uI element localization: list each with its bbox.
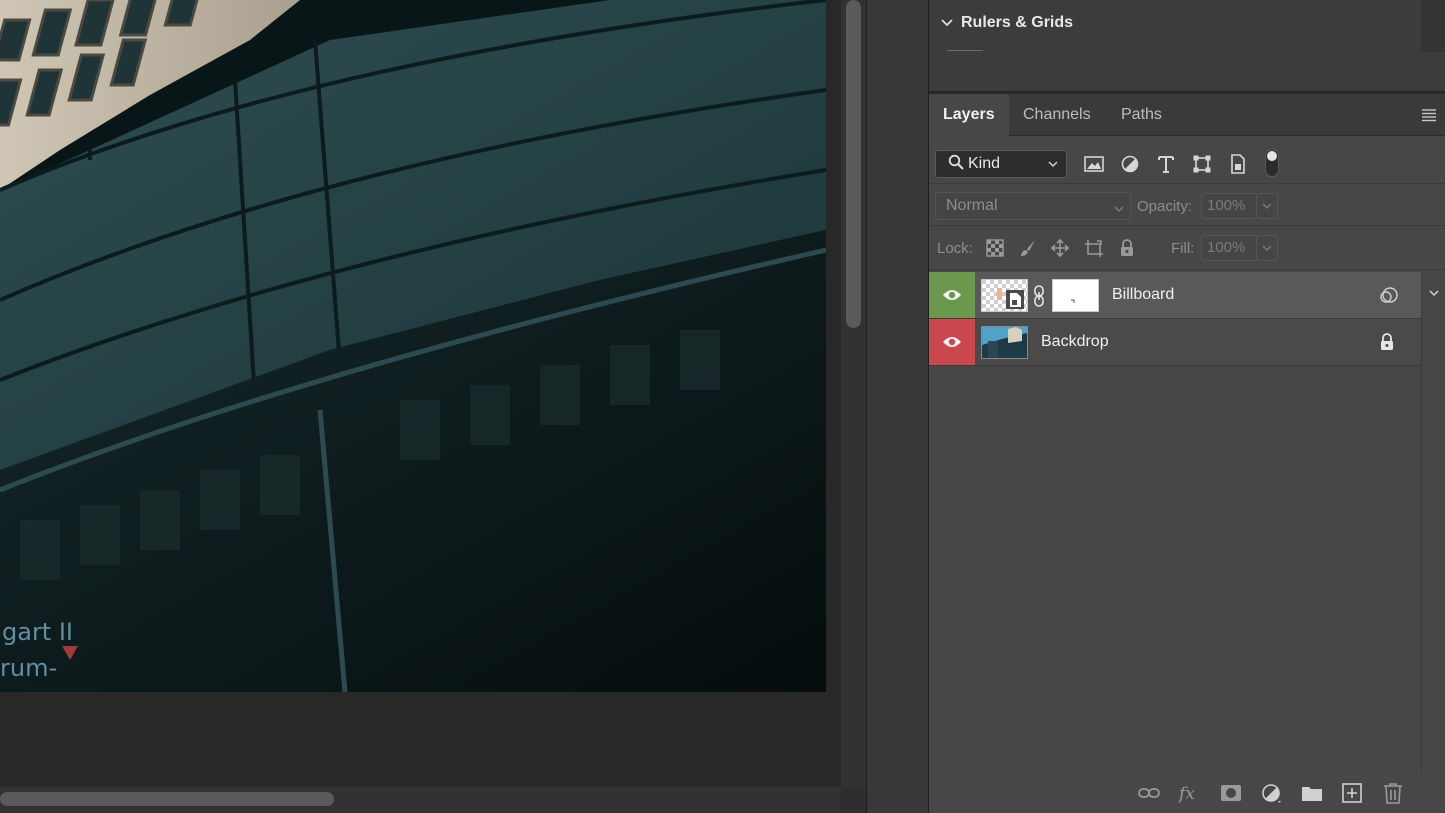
eye-icon (943, 290, 961, 300)
building-photo: gart II rum- (0, 0, 826, 692)
document-image[interactable]: gart II rum- (0, 0, 826, 692)
rulers-grids-title: Rulers & Grids (961, 14, 1074, 31)
blend-mode-row: Normal Opacity: 100% (929, 184, 1445, 226)
panel-tab-bar: Layers Channels Paths (929, 94, 1445, 136)
tab-layers[interactable]: Layers (929, 94, 1009, 136)
sign-text-1: gart II (2, 618, 73, 646)
svg-text:fx: fx (1177, 784, 1195, 804)
eye-icon (943, 337, 961, 347)
layer-row-backdrop[interactable]: Backdrop (929, 319, 1421, 366)
trash-icon[interactable] (1381, 782, 1405, 804)
smart-object-thumbnail (982, 280, 1027, 311)
panel-dock-strip (866, 0, 929, 813)
new-group-icon[interactable] (1300, 782, 1324, 804)
lock-position-icon[interactable] (1050, 238, 1070, 258)
new-layer-icon[interactable] (1340, 782, 1364, 804)
layer-name-billboard[interactable]: Billboard (1112, 286, 1174, 304)
right-panel: Rulers & Grids Layers Channels Paths Kin… (929, 0, 1445, 813)
divider (947, 50, 983, 51)
tab-paths[interactable]: Paths (1107, 94, 1177, 136)
opacity-dropdown[interactable] (1256, 193, 1278, 219)
lock-icon[interactable] (1379, 332, 1395, 357)
opacity-label: Opacity: (1137, 198, 1193, 215)
vertical-scroll-thumb[interactable] (846, 0, 861, 328)
lock-all-icon[interactable] (1117, 238, 1137, 258)
photo-thumbnail (982, 327, 1027, 358)
chevron-down-icon[interactable] (939, 15, 955, 31)
layer-list: Billboard Backdrop (929, 272, 1421, 772)
sign-text-2: rum- (0, 654, 57, 682)
chevron-down-icon[interactable] (1427, 286, 1441, 305)
toggle-knob (1267, 151, 1277, 161)
filter-toggle-switch[interactable] (1265, 149, 1279, 177)
blend-mode-select[interactable]: Normal (935, 192, 1131, 220)
clipping-options-icon[interactable] (1379, 286, 1399, 309)
type-filter-icon[interactable] (1155, 153, 1177, 175)
fill-dropdown[interactable] (1256, 235, 1278, 261)
fill-label: Fill: (1171, 240, 1195, 257)
lock-label: Lock: (937, 240, 973, 257)
fx-icon[interactable]: fx (1177, 782, 1201, 804)
visibility-toggle-billboard[interactable] (929, 272, 975, 318)
chevron-down-icon (1262, 203, 1272, 209)
opacity-input[interactable]: 100% (1201, 193, 1257, 219)
layer-filter-row: Kind (929, 136, 1445, 184)
visibility-toggle-backdrop[interactable] (929, 319, 975, 365)
fill-input[interactable]: 100% (1201, 235, 1257, 261)
layer-thumbnail-backdrop[interactable] (981, 326, 1028, 359)
add-mask-icon[interactable] (1219, 782, 1243, 804)
layers-footer: fx (929, 774, 1445, 813)
mask-link-icon[interactable] (1032, 284, 1046, 313)
rulers-grids-header[interactable]: Rulers & Grids (939, 14, 1073, 32)
chevron-down-icon (1046, 157, 1060, 176)
rulers-grids-panel: Rulers & Grids (929, 0, 1445, 92)
panel-menu-icon[interactable] (1421, 108, 1437, 122)
document-canvas-area[interactable]: gart II rum- (0, 0, 866, 813)
scroll-corner (841, 787, 866, 813)
tab-channels[interactable]: Channels (1009, 94, 1107, 136)
lock-transparent-pixels-icon[interactable] (985, 238, 1005, 258)
link-layers-icon[interactable] (1137, 782, 1161, 804)
kind-filter-label: Kind (968, 155, 1001, 172)
image-filter-icon[interactable] (1083, 153, 1105, 175)
adjustment-filter-icon[interactable] (1119, 153, 1141, 175)
layer-row-billboard[interactable]: Billboard (929, 272, 1421, 319)
kind-filter-select[interactable]: Kind (935, 150, 1067, 178)
layer-mask-thumbnail-billboard[interactable] (1052, 279, 1099, 312)
layer-list-scrollbar[interactable] (1421, 272, 1445, 772)
shape-filter-icon[interactable] (1191, 153, 1213, 175)
rulers-scrollbar[interactable] (1421, 0, 1445, 52)
smart-object-filter-icon[interactable] (1227, 153, 1249, 175)
search-icon (948, 154, 964, 175)
layer-thumbnail-billboard[interactable] (981, 279, 1028, 312)
blend-mode-value: Normal (946, 197, 998, 214)
lock-image-pixels-icon[interactable] (1018, 238, 1038, 258)
layers-panel: Layers Channels Paths Kind Normal Opacit… (929, 94, 1445, 813)
chevron-down-icon (1262, 245, 1272, 251)
lock-artboard-icon[interactable] (1084, 238, 1104, 258)
horizontal-scroll-thumb[interactable] (0, 792, 334, 806)
adjustment-layer-icon[interactable] (1260, 782, 1284, 804)
chevron-down-icon (1112, 199, 1126, 225)
layer-name-backdrop[interactable]: Backdrop (1041, 333, 1109, 351)
lock-row: Lock: Fill: 100% (929, 226, 1445, 270)
